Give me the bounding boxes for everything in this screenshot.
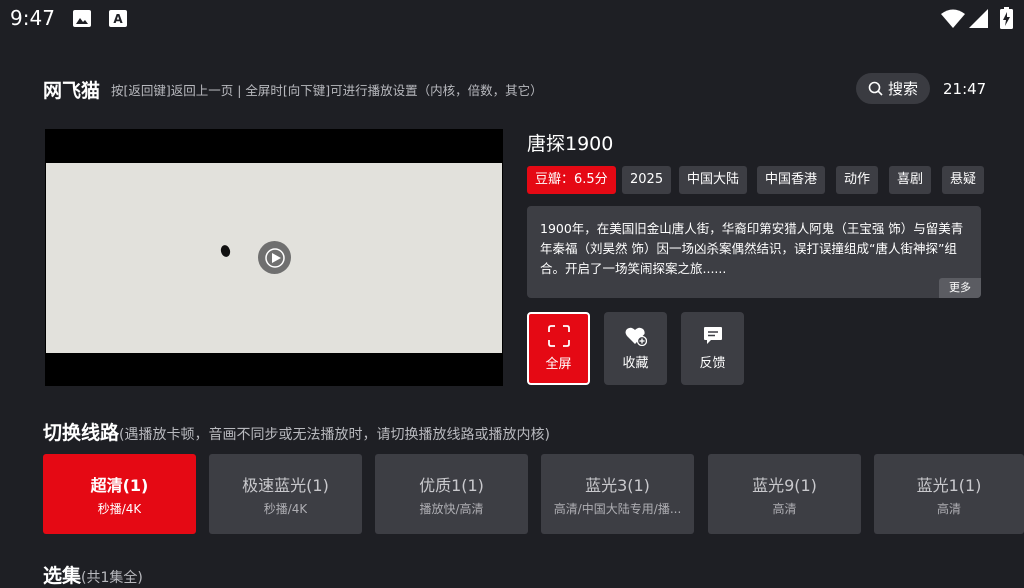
episodes-hint: (共1集全) (81, 570, 143, 586)
search-label: 搜索 (887, 80, 918, 98)
route-subtitle: 秒播/4K (97, 501, 142, 516)
fullscreen-icon (547, 325, 570, 347)
route-name: 极速蓝光(1) (242, 475, 329, 495)
region-tag: 中国香港 (757, 166, 826, 194)
route-subtitle: 高清 (936, 501, 961, 516)
route-card[interactable]: 蓝光1(1) 高清 (874, 454, 1024, 534)
genre-tag: 动作 (836, 166, 879, 194)
route-card[interactable]: 优质1(1) 播放快/高清 (375, 454, 528, 534)
text-a-icon: A (109, 10, 127, 27)
favorite-label: 收藏 (622, 356, 649, 371)
episodes-section-title: 选集(共1集全) (43, 561, 143, 588)
feedback-icon (703, 327, 722, 344)
route-name: 蓝光1(1) (916, 475, 982, 495)
route-card[interactable]: 蓝光3(1) 高清/中国大陆专用/播... (541, 454, 694, 534)
search-button[interactable]: 搜索 (856, 73, 930, 104)
play-button[interactable] (258, 241, 291, 274)
routes-section-title: 切换线路(遇播放卡顿，音画不同步或无法播放时，请切换播放线路或播放内核) (43, 418, 550, 445)
route-card[interactable]: 极速蓝光(1) 秒播/4K (209, 454, 362, 534)
routes-title: 切换线路 (43, 422, 120, 444)
feedback-label: 反馈 (699, 356, 726, 371)
more-button[interactable]: 更多 (939, 278, 981, 298)
route-name: 蓝光9(1) (752, 475, 817, 495)
route-subtitle: 播放快/高清 (419, 501, 484, 516)
header-hint: 按[返回键]返回上一页 | 全屏时[向下键]可进行播放设置（内核，倍数，其它） (111, 83, 543, 98)
app-title: 网飞猫 (43, 80, 101, 102)
route-subtitle: 高清 (772, 501, 797, 516)
status-bar-time: 9:47 (10, 6, 55, 30)
rating-tag: 豆瓣：6.5分 (527, 166, 616, 194)
play-icon (264, 247, 285, 268)
image-icon (73, 10, 91, 27)
route-card[interactable]: 超清(1) 秒播/4K (43, 454, 196, 534)
genre-tag: 喜剧 (889, 166, 932, 194)
route-subtitle: 高清/中国大陆专用/播... (553, 501, 682, 516)
region-tag: 中国大陆 (679, 166, 748, 194)
route-card[interactable]: 蓝光9(1) 高清 (708, 454, 861, 534)
episodes-title: 选集 (43, 565, 82, 587)
route-name: 优质1(1) (419, 475, 484, 495)
video-content (219, 244, 232, 258)
route-subtitle: 秒播/4K (263, 501, 308, 516)
search-icon (868, 81, 883, 96)
movie-title: 唐探1900 (527, 133, 614, 155)
route-name: 蓝光3(1) (585, 475, 650, 495)
clock: 21:47 (943, 80, 987, 98)
feedback-button[interactable]: 反馈 (681, 312, 744, 385)
routes-hint: (遇播放卡顿，音画不同步或无法播放时，请切换播放线路或播放内核) (119, 427, 550, 443)
description-text: 1900年，在美国旧金山唐人街，华裔印第安猎人阿鬼（王宝强 饰）与留美青年秦福（… (540, 221, 964, 276)
favorite-button[interactable]: 收藏 (604, 312, 667, 385)
year-tag: 2025 (622, 166, 672, 194)
fullscreen-label: 全屏 (545, 357, 572, 372)
description-box: 1900年，在美国旧金山唐人街，华裔印第安猎人阿鬼（王宝强 饰）与留美青年秦福（… (527, 206, 981, 298)
svg-text:A: A (113, 12, 123, 26)
video-player[interactable] (45, 129, 503, 386)
battery-icon (1000, 7, 1013, 29)
video-frame (46, 163, 502, 353)
fullscreen-button[interactable]: 全屏 (527, 312, 590, 385)
heart-add-icon (625, 327, 647, 346)
signal-icon (969, 9, 988, 28)
wifi-icon (941, 9, 965, 28)
route-name: 超清(1) (90, 475, 149, 495)
genre-tag: 悬疑 (942, 166, 985, 194)
